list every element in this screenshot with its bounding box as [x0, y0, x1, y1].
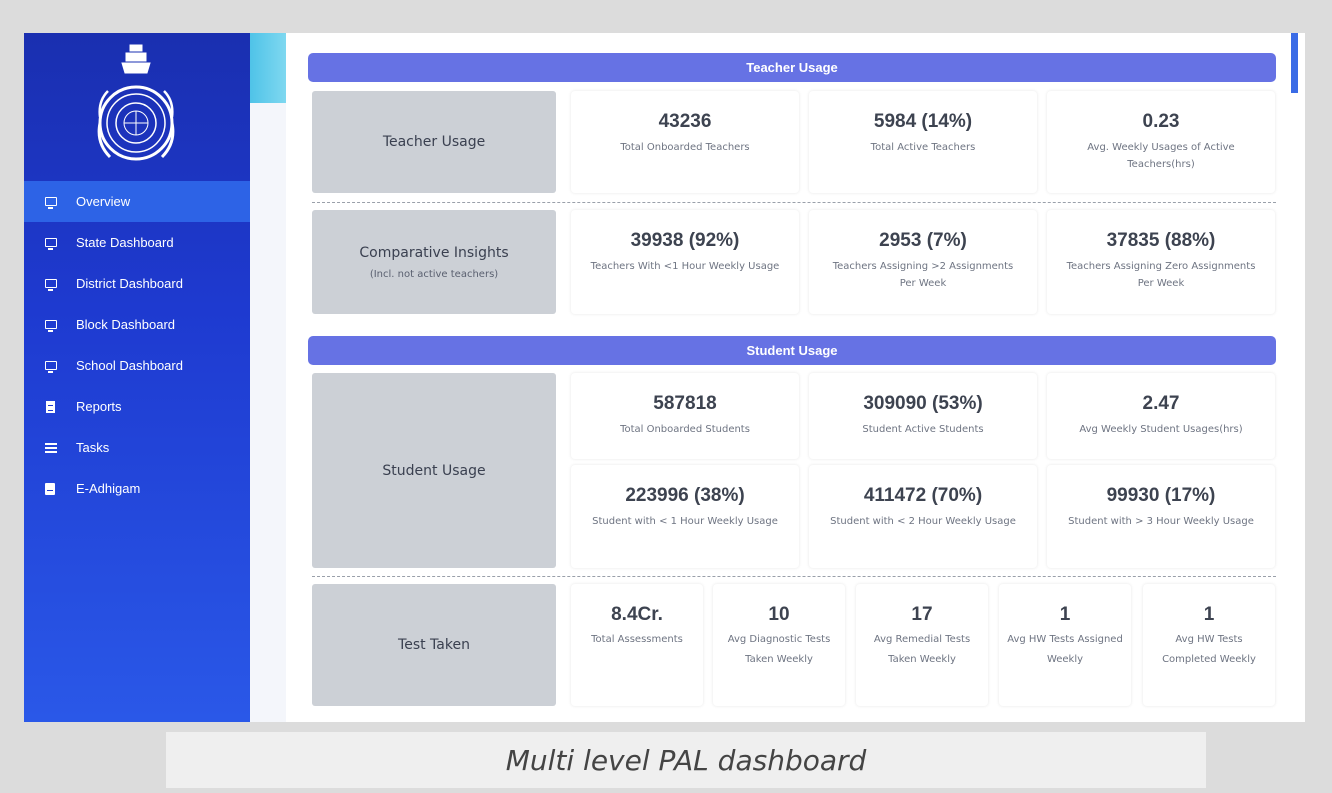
- stat-value: 0.23: [1142, 111, 1180, 132]
- stat-caption: Student with < 2 Hour Weekly Usage: [830, 516, 1016, 527]
- stat-card-onboarded-teachers: 43236 Total Onboarded Teachers: [571, 91, 799, 193]
- stat-card-avg-hw-tests-completed: 1 Avg HW Tests Completed Weekly: [1143, 584, 1275, 706]
- section-divider: [312, 202, 1276, 203]
- stat-caption: Avg HW Tests Assigned Weekly: [1007, 634, 1123, 665]
- figure-caption: Multi level PAL dashboard: [505, 743, 867, 777]
- stat-caption: Avg. Weekly Usages of Active Teachers(hr…: [1087, 142, 1235, 170]
- stat-caption: Teachers With <1 Hour Weekly Usage: [590, 261, 780, 272]
- stat-card-avg-hw-tests-assigned: 1 Avg HW Tests Assigned Weekly: [999, 584, 1131, 706]
- stat-card-avg-weekly-student-usage: 2.47 Avg Weekly Student Usages(hrs): [1047, 373, 1275, 459]
- dashboard-frame: Overview State Dashboard District Dashbo…: [24, 33, 1305, 722]
- scrollbar[interactable]: [1291, 33, 1298, 93]
- stat-caption: Total Assessments: [591, 634, 683, 645]
- sidebar-item-label: Overview: [76, 194, 131, 209]
- monitor-icon: [45, 279, 57, 291]
- comparative-insights-sublabel: (Incl. not active teachers): [369, 268, 499, 280]
- stat-caption: Student Active Students: [862, 424, 984, 435]
- sidebar-item-label: District Dashboard: [76, 276, 183, 291]
- sidebar-item-school-dashboard[interactable]: School Dashboard: [24, 345, 250, 386]
- stat-value: 17: [911, 604, 933, 625]
- sidebar-item-reports[interactable]: Reports: [24, 386, 250, 427]
- list-icon: [45, 442, 57, 453]
- sidebar-item-label: E-Adhigam: [76, 481, 141, 496]
- student-usage-label: Student Usage: [382, 462, 486, 479]
- stat-value: 411472 (70%): [863, 485, 983, 506]
- stat-caption: Student with > 3 Hour Weekly Usage: [1068, 516, 1254, 527]
- comparative-insights-label: Comparative Insights: [359, 244, 509, 261]
- stat-caption: Student with < 1 Hour Weekly Usage: [592, 516, 778, 527]
- main-content: Teacher Usage Teacher Usage 43236 Total …: [286, 33, 1298, 722]
- stat-card-active-teachers: 5984 (14%) Total Active Teachers: [809, 91, 1037, 193]
- stat-caption: Teachers Assigning >2 Assignments Per We…: [832, 261, 1014, 289]
- test-taken-label: Test Taken: [398, 637, 470, 653]
- stat-value: 5984 (14%): [873, 111, 973, 132]
- monitor-icon: [45, 320, 57, 332]
- stat-caption: Total Onboarded Teachers: [620, 142, 750, 153]
- section-divider: [312, 576, 1276, 577]
- stat-value: 43236: [658, 111, 712, 132]
- stat-caption: Avg Diagnostic Tests Taken Weekly: [727, 634, 831, 665]
- sidebar-item-label: School Dashboard: [76, 358, 183, 373]
- document-icon: [46, 400, 55, 413]
- stat-card-teachers-under-1-hour: 39938 (92%) Teachers With <1 Hour Weekly…: [571, 210, 799, 314]
- test-taken-label-box: Test Taken: [312, 584, 556, 706]
- stat-value: 10: [768, 604, 790, 625]
- teacher-usage-header: Teacher Usage: [308, 53, 1276, 82]
- stat-value: 309090 (53%): [863, 393, 983, 414]
- sidebar-item-label: Tasks: [76, 440, 110, 455]
- state-emblem-logo: [97, 44, 175, 161]
- monitor-icon: [45, 197, 57, 209]
- monitor-icon: [45, 238, 57, 250]
- teacher-usage-label: Teacher Usage: [382, 134, 486, 150]
- stat-caption: Total Active Teachers: [870, 142, 976, 153]
- stat-card-teachers-assigning-zero: 37835 (88%) Teachers Assigning Zero Assi…: [1047, 210, 1275, 314]
- stat-value: 1: [1203, 604, 1215, 625]
- sidebar-item-overview[interactable]: Overview: [24, 181, 250, 222]
- stat-value: 587818: [653, 393, 717, 414]
- stat-card-avg-remedial-tests: 17 Avg Remedial Tests Taken Weekly: [856, 584, 988, 706]
- sidebar-item-district-dashboard[interactable]: District Dashboard: [24, 263, 250, 304]
- stat-value: 37835 (88%): [1106, 230, 1216, 251]
- stat-caption: Avg Weekly Student Usages(hrs): [1079, 424, 1243, 435]
- stat-caption: Teachers Assigning Zero Assignments Per …: [1066, 261, 1256, 289]
- sidebar-item-label: State Dashboard: [76, 235, 174, 250]
- sidebar-item-label: Block Dashboard: [76, 317, 175, 332]
- book-icon: [45, 482, 55, 495]
- stat-caption: Total Onboarded Students: [620, 424, 750, 435]
- stat-caption: Avg HW Tests Completed Weekly: [1162, 634, 1256, 665]
- stat-value: 2953 (7%): [879, 230, 967, 251]
- sidebar-item-state-dashboard[interactable]: State Dashboard: [24, 222, 250, 263]
- stat-card-avg-weekly-usage-teachers: 0.23 Avg. Weekly Usages of Active Teache…: [1047, 91, 1275, 193]
- stat-card-avg-diagnostic-tests: 10 Avg Diagnostic Tests Taken Weekly: [713, 584, 845, 706]
- stat-value: 1: [1059, 604, 1071, 625]
- stat-card-teachers-assigning-over-2: 2953 (7%) Teachers Assigning >2 Assignme…: [809, 210, 1037, 314]
- student-usage-header: Student Usage: [308, 336, 1276, 365]
- stat-caption: Avg Remedial Tests Taken Weekly: [873, 634, 971, 665]
- teacher-usage-label-box: Teacher Usage: [312, 91, 556, 193]
- sidebar-item-e-adhigam[interactable]: E-Adhigam: [24, 468, 250, 509]
- sidebar-item-tasks[interactable]: Tasks: [24, 427, 250, 468]
- monitor-icon: [45, 361, 57, 373]
- stat-value: 8.4Cr.: [611, 604, 663, 625]
- sidebar: Overview State Dashboard District Dashbo…: [24, 33, 250, 722]
- comparative-insights-label-box: Comparative Insights (Incl. not active t…: [312, 210, 556, 314]
- stat-card-students-under-2-hour: 411472 (70%) Student with < 2 Hour Weekl…: [809, 465, 1037, 568]
- figure-caption-box: Multi level PAL dashboard: [166, 732, 1206, 788]
- stat-card-total-assessments: 8.4Cr. Total Assessments: [571, 584, 703, 706]
- stat-card-active-students: 309090 (53%) Student Active Students: [809, 373, 1037, 459]
- sidebar-nav: Overview State Dashboard District Dashbo…: [24, 181, 250, 509]
- student-usage-label-box: Student Usage: [312, 373, 556, 568]
- sidebar-item-label: Reports: [76, 399, 122, 414]
- stat-card-students-under-1-hour: 223996 (38%) Student with < 1 Hour Weekl…: [571, 465, 799, 568]
- stat-value: 2.47: [1142, 393, 1180, 414]
- stat-value: 39938 (92%): [630, 230, 740, 251]
- stat-card-onboarded-students: 587818 Total Onboarded Students: [571, 373, 799, 459]
- stat-value: 223996 (38%): [625, 485, 745, 506]
- stat-card-students-over-3-hour: 99930 (17%) Student with > 3 Hour Weekly…: [1047, 465, 1275, 568]
- sidebar-item-block-dashboard[interactable]: Block Dashboard: [24, 304, 250, 345]
- accent-strip: [250, 33, 286, 722]
- stat-value: 99930 (17%): [1106, 485, 1216, 506]
